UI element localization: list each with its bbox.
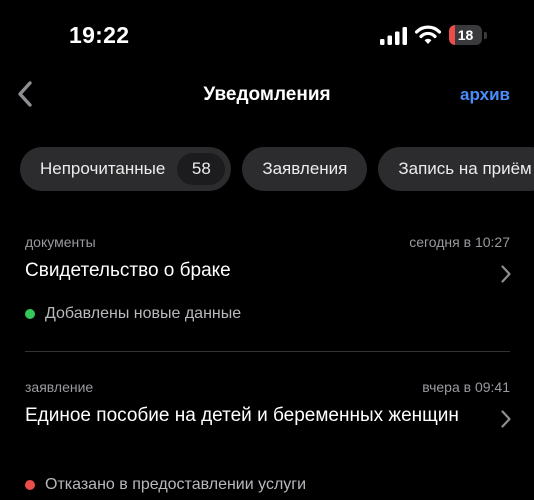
filter-chip-appointments[interactable]: Запись на приём <box>378 147 534 191</box>
filter-chip-label: Непрочитанные <box>40 159 166 178</box>
filter-chip-label: Запись на приём <box>398 159 532 178</box>
signal-bars-icon <box>380 27 407 45</box>
filter-chip-unread[interactable]: Непрочитанные 58 <box>20 147 232 191</box>
status-dot-red <box>25 480 35 490</box>
page-title: Уведомления <box>203 84 331 105</box>
wifi-icon <box>415 25 441 44</box>
status-time: 19:22 <box>69 22 130 48</box>
filter-chip-label: Заявления <box>262 159 348 178</box>
filter-chip-applications[interactable]: Заявления <box>242 147 368 191</box>
notification-status: Отказано в предоставлении услуги <box>25 476 306 494</box>
notification-category: документы <box>25 234 96 250</box>
notification-status-text: Добавлены новые данные <box>45 305 242 322</box>
filter-chips: Непрочитанные 58 Заявления Запись на при… <box>20 147 534 191</box>
battery-level: 18 <box>457 27 474 43</box>
notification-item[interactable]: документы сегодня в 10:27 Свидетельство … <box>0 234 534 334</box>
unread-count-badge: 58 <box>177 153 226 185</box>
status-bar: 19:22 18 <box>0 0 534 70</box>
archive-link[interactable]: архив <box>460 85 510 105</box>
battery-icon: 18 <box>449 25 487 45</box>
notification-status-text: Отказано в предоставлении услуги <box>45 476 307 493</box>
battery-body: 18 <box>449 25 482 45</box>
divider <box>25 351 510 352</box>
notification-item[interactable]: заявление вчера в 09:41 Единое пособие н… <box>0 379 534 500</box>
battery-tip <box>484 32 487 39</box>
chevron-right-icon <box>501 410 511 428</box>
notification-title: Единое пособие на детей и беременных жен… <box>25 405 459 426</box>
notification-time: сегодня в 10:27 <box>409 234 510 250</box>
notification-time: вчера в 09:41 <box>422 379 510 395</box>
notification-status: Добавлены новые данные <box>25 305 241 323</box>
notification-category: заявление <box>25 379 94 395</box>
status-dot-green <box>25 309 35 319</box>
notification-title: Свидетельство о браке <box>25 260 231 281</box>
chevron-right-icon <box>501 265 511 283</box>
